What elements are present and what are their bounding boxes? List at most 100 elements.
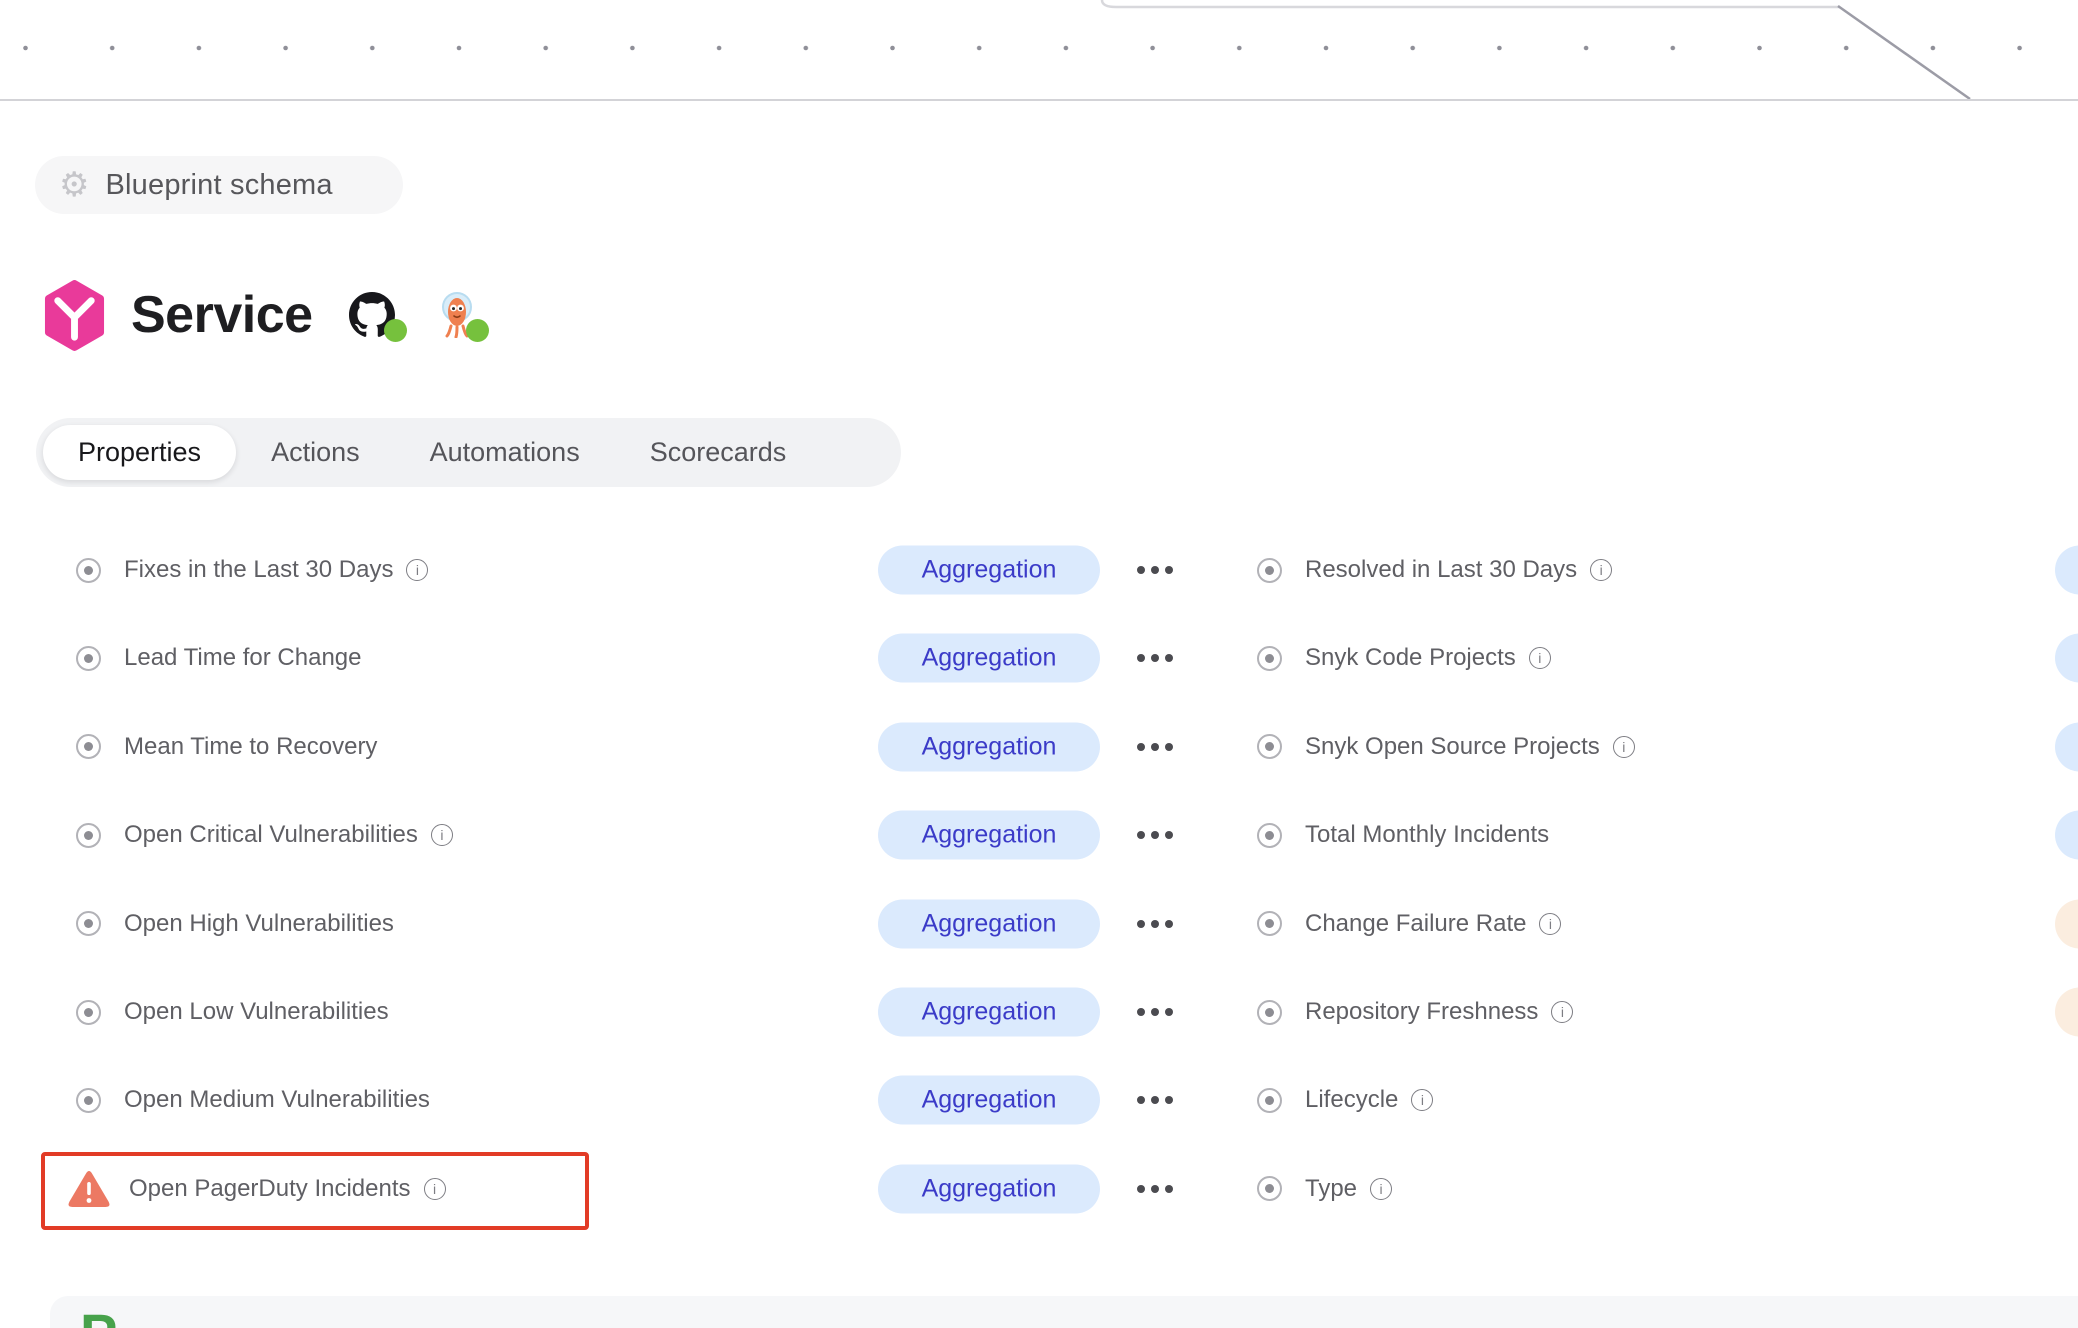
property-type-icon: [76, 1000, 101, 1025]
property-row: Open Medium Vulnerabilities Aggregation …: [0, 1056, 2078, 1144]
github-status-dot: [384, 319, 407, 342]
property-type-icon: [76, 911, 101, 936]
property-label: Resolved in Last 30 Days: [1305, 556, 1577, 584]
tab-automations[interactable]: Automations: [395, 425, 615, 480]
property-label: Snyk Code Projects: [1305, 644, 1516, 672]
blueprint-tabs: Properties Actions Automations Scorecard…: [36, 418, 901, 487]
property-right: Snyk Code Projects i: [1257, 614, 1551, 702]
aggregation-badge[interactable]: Aggregation: [878, 988, 1100, 1037]
ellipsis-menu-icon[interactable]: [1135, 558, 1175, 582]
blueprint-schema-label: Blueprint schema: [105, 169, 332, 202]
canvas-decorations: [0, 0, 2078, 99]
property-type-icon: [76, 558, 101, 583]
ellipsis-menu-icon[interactable]: [1135, 823, 1175, 847]
info-icon[interactable]: i: [424, 1178, 446, 1200]
aggregation-badge[interactable]: Aggregation: [878, 1076, 1100, 1125]
property-right: Type i: [1257, 1145, 1392, 1233]
property-type-icon: [76, 1088, 101, 1113]
warning-icon: [67, 1169, 111, 1209]
ellipsis-menu-icon[interactable]: [1135, 1177, 1175, 1201]
blueprint-schema-page: ⚙ Blueprint schema Service: [0, 0, 2078, 1328]
aggregation-badge[interactable]: Aggregation: [878, 634, 1100, 683]
ellipsis-menu-icon[interactable]: [1135, 646, 1175, 670]
info-icon[interactable]: i: [1370, 1178, 1392, 1200]
property-right: Change Failure Rate i: [1257, 880, 1561, 968]
info-icon[interactable]: i: [1529, 647, 1551, 669]
info-icon[interactable]: i: [406, 559, 428, 581]
property-label: Snyk Open Source Projects: [1305, 733, 1600, 761]
property-type-icon: [1257, 1000, 1282, 1025]
property-right: Resolved in Last 30 Days i: [1257, 526, 1612, 614]
tab-actions[interactable]: Actions: [236, 425, 395, 480]
aggregation-badge[interactable]: Aggregation: [878, 1164, 1100, 1213]
property-type-icon: [1257, 734, 1282, 759]
ellipsis-menu-icon[interactable]: [1135, 912, 1175, 936]
dot-grid: [0, 0, 2078, 99]
aggregation-badge[interactable]: Aggregation: [878, 546, 1100, 595]
property-type-icon: [1257, 558, 1282, 583]
property-type-icon: [1257, 1088, 1282, 1113]
info-icon[interactable]: i: [431, 824, 453, 846]
property-type-icon: [1257, 911, 1282, 936]
info-icon[interactable]: i: [1551, 1001, 1573, 1023]
property-row-highlighted: Open PagerDuty Incidents i Aggregation T…: [0, 1145, 2078, 1233]
property-right: Total Monthly Incidents: [1257, 791, 1549, 879]
property-left: Open PagerDuty Incidents i: [76, 1145, 446, 1233]
property-row: Fixes in the Last 30 Days i Aggregation …: [0, 526, 2078, 614]
property-row: Open Critical Vulnerabilities i Aggregat…: [0, 791, 2078, 879]
blueprint-schema-button[interactable]: ⚙ Blueprint schema: [35, 156, 403, 214]
blueprint-cube-icon: [43, 280, 106, 351]
property-type-icon: [1257, 646, 1282, 671]
ellipsis-menu-icon[interactable]: [1135, 1088, 1175, 1112]
octopus-status-dot: [466, 319, 489, 342]
property-type-icon: [1257, 823, 1282, 848]
property-row: Mean Time to Recovery Aggregation Snyk O…: [0, 703, 2078, 791]
property-label: Lead Time for Change: [124, 644, 361, 672]
property-label: Lifecycle: [1305, 1086, 1398, 1114]
clipped-badge[interactable]: [2055, 546, 2078, 595]
property-label: Open PagerDuty Incidents: [129, 1175, 411, 1203]
aggregation-badge[interactable]: Aggregation: [878, 722, 1100, 771]
property-label: Open Medium Vulnerabilities: [124, 1086, 430, 1114]
gear-icon: ⚙: [59, 168, 89, 202]
partial-section-letter: P: [80, 1306, 117, 1328]
clipped-badge[interactable]: [2055, 811, 2078, 860]
property-label: Open Critical Vulnerabilities: [124, 821, 418, 849]
property-left: Mean Time to Recovery: [76, 703, 377, 791]
property-label: Open Low Vulnerabilities: [124, 998, 389, 1026]
page-title: Service: [131, 285, 313, 345]
property-type-icon: [76, 734, 101, 759]
clipped-badge[interactable]: [2055, 634, 2078, 683]
info-icon[interactable]: i: [1411, 1089, 1433, 1111]
property-left: Fixes in the Last 30 Days i: [76, 526, 428, 614]
clipped-badge[interactable]: [2055, 722, 2078, 771]
clipped-badge[interactable]: [2055, 988, 2078, 1037]
aggregation-badge[interactable]: Aggregation: [878, 899, 1100, 948]
info-icon[interactable]: i: [1613, 736, 1635, 758]
property-label: Change Failure Rate: [1305, 910, 1526, 938]
property-type-icon: [1257, 1176, 1282, 1201]
property-label: Total Monthly Incidents: [1305, 821, 1549, 849]
property-right: Snyk Open Source Projects i: [1257, 703, 1635, 791]
tab-scorecards[interactable]: Scorecards: [615, 425, 822, 480]
property-row: Open Low Vulnerabilities Aggregation Rep…: [0, 968, 2078, 1056]
property-label: Fixes in the Last 30 Days: [124, 556, 393, 584]
property-type-icon: [76, 823, 101, 848]
github-integration-icon[interactable]: [349, 292, 395, 338]
tab-properties[interactable]: Properties: [43, 425, 236, 480]
aggregation-badge[interactable]: Aggregation: [878, 811, 1100, 860]
property-label: Repository Freshness: [1305, 998, 1538, 1026]
ellipsis-menu-icon[interactable]: [1135, 735, 1175, 759]
info-icon[interactable]: i: [1590, 559, 1612, 581]
property-left: Lead Time for Change: [76, 614, 361, 702]
info-icon[interactable]: i: [1539, 913, 1561, 935]
ellipsis-menu-icon[interactable]: [1135, 1000, 1175, 1024]
property-left: Open High Vulnerabilities: [76, 880, 394, 968]
property-left: Open Critical Vulnerabilities i: [76, 791, 453, 879]
properties-list: Fixes in the Last 30 Days i Aggregation …: [0, 526, 2078, 1236]
property-row: Lead Time for Change Aggregation Snyk Co…: [0, 614, 2078, 702]
property-type-icon: [76, 646, 101, 671]
octopus-integration-icon[interactable]: [437, 292, 477, 338]
clipped-badge[interactable]: [2055, 899, 2078, 948]
property-right: Repository Freshness i: [1257, 968, 1573, 1056]
